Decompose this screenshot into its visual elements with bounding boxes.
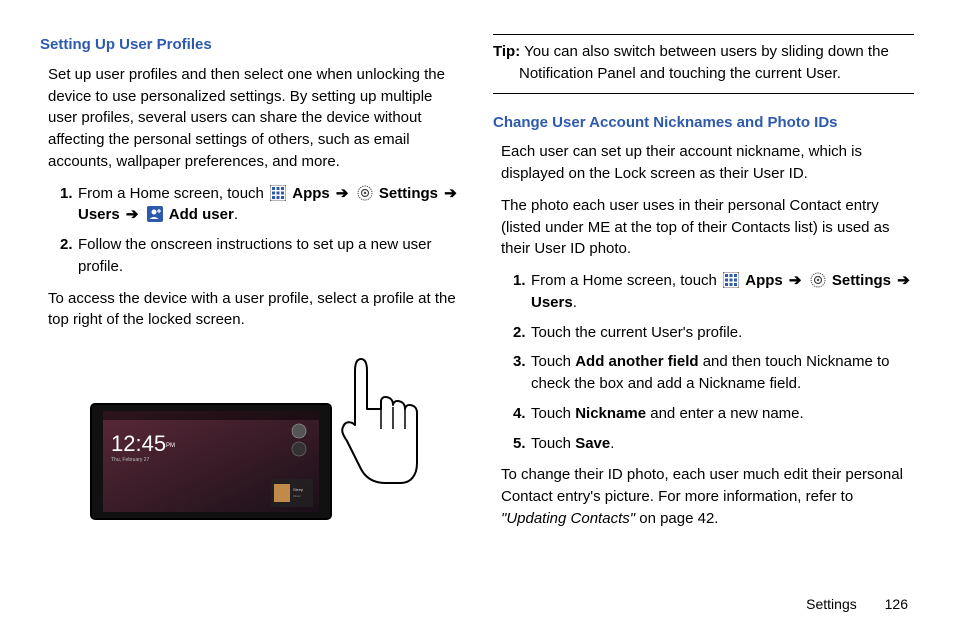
step-text: Touch the current User's profile. [531, 324, 742, 341]
step-5: 5. Touch Save. [513, 433, 914, 455]
step-text-pre: From a Home screen, touch [78, 185, 268, 202]
nickname-p1: Each user can set up their account nickn… [493, 141, 914, 185]
tip-box: Tip: You can also switch between users b… [493, 34, 914, 94]
step-2: 2. Touch the current User's profile. [513, 322, 914, 344]
outro-pre: To change their ID photo, each user much… [501, 466, 903, 505]
left-column: Setting Up User Profiles Set up user pro… [40, 34, 461, 540]
arrow-icon: ➔ [124, 206, 141, 223]
step-text-pre: Touch [531, 435, 575, 452]
svg-text:Thu, February 27: Thu, February 27 [111, 457, 150, 463]
step-text-post: . [610, 435, 614, 452]
step-2: 2. Follow the onscreen instructions to s… [60, 234, 461, 278]
section-heading-profiles: Setting Up User Profiles [40, 34, 461, 56]
step-num: 1. [513, 270, 526, 292]
nickname-p2: The photo each user uses in their person… [493, 195, 914, 260]
steps-list-left: 1. From a Home screen, touch Apps ➔ Sett… [40, 183, 461, 278]
right-column: Tip: You can also switch between users b… [493, 34, 914, 540]
section-heading-nicknames: Change User Account Nicknames and Photo … [493, 112, 914, 134]
access-paragraph: To access the device with a user profile… [40, 288, 461, 332]
apps-grid-icon [723, 272, 739, 288]
clock-time: 12:45 [111, 431, 166, 456]
arrow-icon: ➔ [787, 272, 804, 289]
step-post: . [573, 294, 577, 311]
arrow-icon: ➔ [334, 185, 351, 202]
apps-label: Apps [292, 185, 330, 202]
page-footer: Settings 126 [806, 594, 908, 614]
steps-list-right: 1. From a Home screen, touch Apps ➔ Sett… [493, 270, 914, 454]
hand-pointer-illustration [342, 359, 417, 483]
arrow-icon: ➔ [442, 185, 459, 202]
apps-label: Apps [745, 272, 783, 289]
step-bold: Nickname [575, 405, 646, 422]
footer-section: Settings [806, 596, 857, 612]
step-bold: Add another field [575, 353, 698, 370]
step-text: Follow the onscreen instructions to set … [78, 236, 432, 275]
arrow-icon: ➔ [895, 272, 912, 289]
settings-gear-icon [357, 185, 373, 201]
step-num: 3. [513, 351, 526, 373]
adduser-label: Add user [169, 206, 234, 223]
tip-text: You can also switch between users by sli… [519, 43, 889, 82]
svg-text:Music: Music [293, 494, 301, 498]
step-num: 1. [60, 183, 73, 205]
step-text-pre: From a Home screen, touch [531, 272, 721, 289]
tip-label: Tip: [493, 43, 520, 60]
apps-grid-icon [270, 185, 286, 201]
intro-paragraph: Set up user profiles and then select one… [40, 64, 461, 173]
step-post: . [234, 206, 238, 223]
step-1: 1. From a Home screen, touch Apps ➔ Sett… [513, 270, 914, 314]
step-text-post: and enter a new name. [646, 405, 804, 422]
users-label: Users [531, 294, 573, 311]
step-1: 1. From a Home screen, touch Apps ➔ Sett… [60, 183, 461, 227]
add-user-icon [147, 206, 163, 222]
lockscreen-illustration: 12:45 PM Thu, February 27 Sleep Music [40, 349, 461, 531]
settings-label: Settings [832, 272, 891, 289]
step-3: 3. Touch Add another field and then touc… [513, 351, 914, 395]
settings-gear-icon [810, 272, 826, 288]
step-num: 2. [513, 322, 526, 344]
step-bold: Save [575, 435, 610, 452]
step-text-pre: Touch [531, 353, 575, 370]
footer-page-number: 126 [885, 594, 908, 614]
outro-paragraph: To change their ID photo, each user much… [493, 464, 914, 529]
step-num: 5. [513, 433, 526, 455]
step-num: 4. [513, 403, 526, 425]
outro-post: on page 42. [635, 510, 718, 527]
svg-text:Sleep: Sleep [293, 487, 304, 492]
settings-label: Settings [379, 185, 438, 202]
svg-text:PM: PM [166, 443, 175, 449]
step-text-pre: Touch [531, 405, 575, 422]
step-4: 4. Touch Nickname and enter a new name. [513, 403, 914, 425]
users-label: Users [78, 206, 120, 223]
step-num: 2. [60, 234, 73, 256]
outro-ref: "Updating Contacts" [501, 510, 635, 527]
